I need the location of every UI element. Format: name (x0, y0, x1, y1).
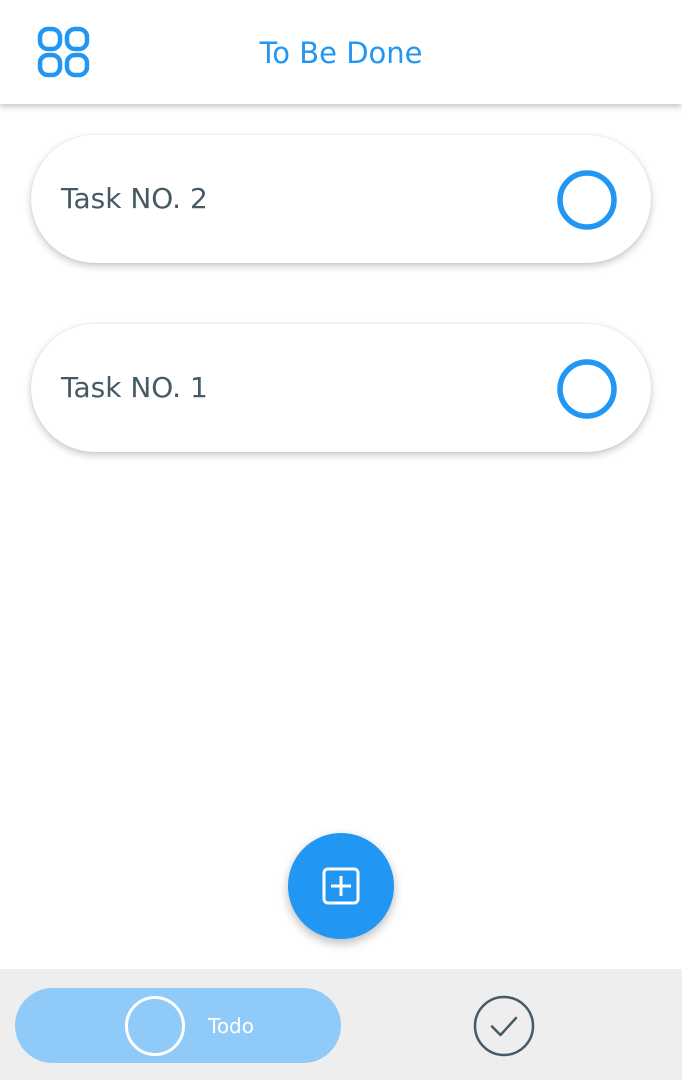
task-complete-toggle[interactable] (556, 169, 618, 231)
task-title: Task NO. 1 (61, 371, 208, 404)
app-bar: To Be Done (0, 0, 682, 104)
add-task-button[interactable] (288, 833, 394, 939)
page-title: To Be Done (259, 36, 423, 70)
circle-outline-icon (557, 359, 617, 419)
tab-todo-label: Todo (208, 1014, 254, 1038)
task-card[interactable]: Task NO. 2 (31, 135, 651, 263)
bottom-nav: Todo (0, 969, 682, 1080)
task-card[interactable]: Task NO. 1 (31, 324, 651, 452)
tab-todo[interactable]: Todo (15, 988, 341, 1063)
task-title: Task NO. 2 (61, 182, 208, 215)
add-box-icon (322, 867, 360, 905)
check-circle-icon (473, 995, 535, 1057)
circle-outline-icon (125, 996, 185, 1056)
tab-done[interactable] (473, 995, 535, 1057)
task-complete-toggle[interactable] (556, 358, 618, 420)
circle-outline-icon (557, 170, 617, 230)
